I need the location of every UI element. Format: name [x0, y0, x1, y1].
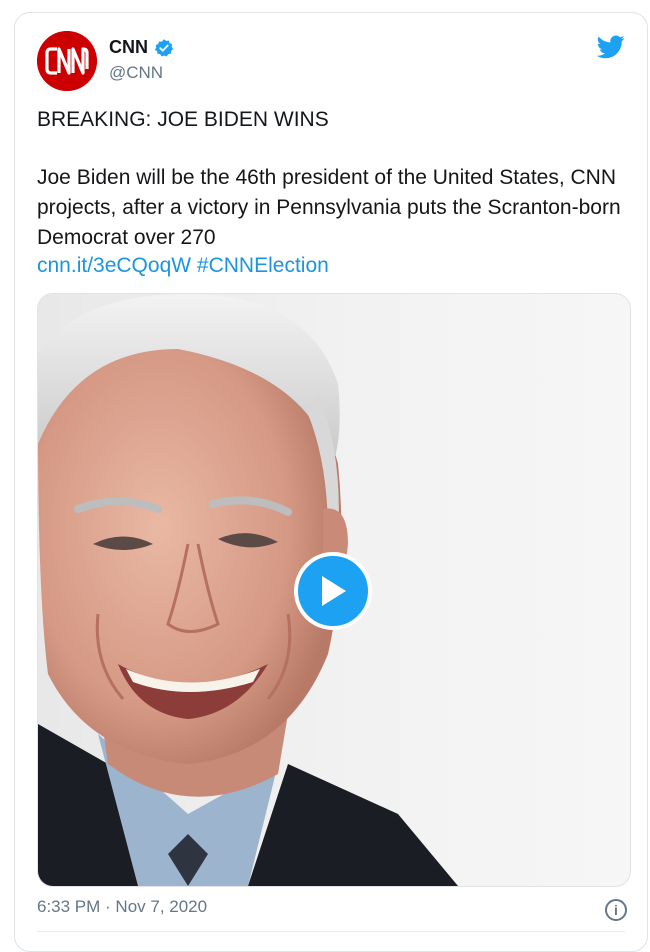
footer-divider — [37, 931, 625, 932]
twitter-bird-icon[interactable] — [597, 35, 625, 59]
info-icon[interactable]: i — [605, 899, 627, 921]
tweet-card[interactable]: CNN @CNN BREAKING: JOE BIDEN WINS Joe Bi… — [14, 12, 648, 952]
verified-badge-icon — [154, 38, 174, 56]
account-handle[interactable]: @CNN — [109, 63, 163, 83]
tweet-link[interactable]: cnn.it/3eCQoqW — [37, 254, 191, 277]
tweet-headline: BREAKING: JOE BIDEN WINS — [37, 108, 329, 131]
play-button[interactable] — [294, 552, 372, 630]
play-icon — [322, 576, 346, 606]
cnn-logo-icon — [37, 31, 97, 91]
cnn-avatar[interactable] — [37, 31, 97, 91]
tweet-body: Joe Biden will be the 46th president of … — [37, 166, 621, 249]
tweet-hashtag[interactable]: #CNNElection — [197, 254, 329, 277]
video-media[interactable] — [37, 293, 631, 887]
account-name[interactable]: CNN — [109, 37, 148, 58]
tweet-timestamp[interactable]: 6:33 PM · Nov 7, 2020 — [37, 897, 207, 917]
